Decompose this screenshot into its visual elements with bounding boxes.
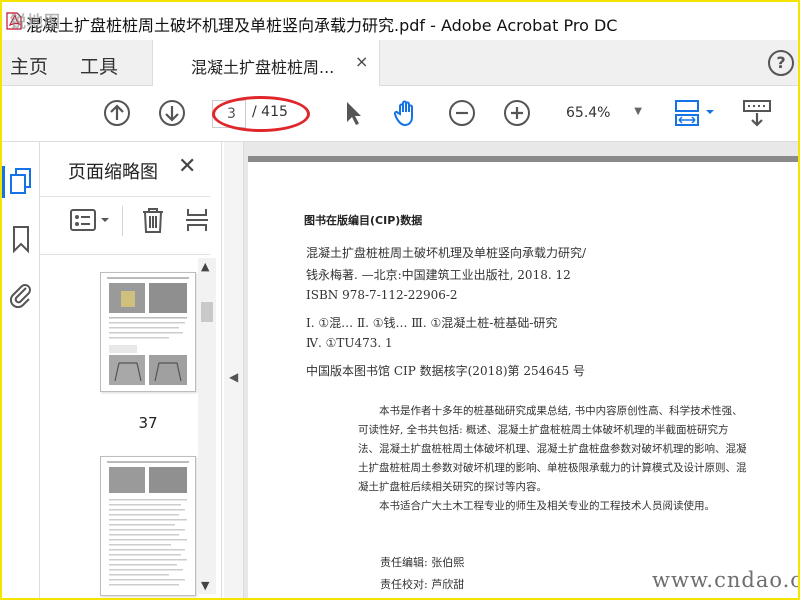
page-options-icon[interactable]	[184, 206, 210, 234]
previous-page-icon[interactable]	[102, 98, 132, 128]
tab-tools[interactable]: 工具	[80, 52, 118, 79]
panel-close-icon[interactable]: ✕	[178, 154, 196, 179]
zoom-in-icon[interactable]	[502, 98, 532, 128]
page-thumbnail[interactable]	[100, 456, 196, 596]
select-pointer-icon[interactable]	[338, 98, 368, 128]
page-thumbnails-icon[interactable]	[8, 166, 34, 196]
window-title: 混凝土扩盘桩桩周土破坏机理及单桩竖向承载力研究.pdf - Adobe Acro…	[26, 16, 618, 35]
page-thumbnail[interactable]	[100, 272, 196, 392]
panel-collapse-handle[interactable]: ◀	[224, 142, 244, 598]
divider	[122, 206, 123, 236]
tab-close-icon[interactable]: ×	[355, 52, 368, 71]
cip-line: Ⅳ. ①TU473. 1	[306, 336, 393, 350]
bookmarks-icon[interactable]	[8, 224, 34, 254]
corner-watermark: 锐地图	[10, 12, 62, 31]
rail-active-indicator	[2, 166, 5, 198]
app-window: 混凝土扩盘桩桩周土破坏机理及单桩竖向承载力研究.pdf - Adobe Acro…	[2, 2, 798, 598]
cip-line: Ⅰ. ①混… Ⅱ. ①钱… Ⅲ. ①混凝土桩-桩基础-研究	[306, 316, 558, 330]
navigation-rail	[2, 142, 40, 598]
thumbnail-page-number: 37	[138, 414, 158, 432]
book-summary: 本书是作者十多年的桩基础研究成果总结, 书中内容原创性高、科学技术性强、可读性好…	[358, 402, 748, 516]
title-bar: 混凝土扩盘桩桩周土破坏机理及单桩竖向承载力研究.pdf - Adobe Acro…	[2, 2, 798, 40]
chevron-left-icon: ◀	[229, 370, 239, 384]
cip-title: 图书在版编目(CIP)数据	[304, 214, 423, 227]
document-page: 图书在版编目(CIP)数据 混凝土扩盘桩桩周土破坏机理及单桩竖向承载力研究/ 钱…	[248, 156, 798, 598]
tab-document-label: 混凝土扩盘桩桩周...	[191, 58, 335, 77]
next-page-icon[interactable]	[157, 98, 187, 128]
scroll-down-icon[interactable]: ▼	[201, 579, 209, 592]
site-watermark: www.cndao.com	[652, 568, 798, 592]
zoom-select[interactable]: 65.4% ▼	[556, 100, 648, 128]
page-thumbnail-preview	[107, 461, 189, 586]
page-thumbnail-preview	[107, 277, 189, 385]
zoom-out-icon[interactable]	[447, 98, 477, 128]
trash-icon[interactable]	[140, 206, 166, 234]
cip-line: 混凝土扩盘桩桩周土破坏机理及单桩竖向承载力研究/	[306, 246, 587, 260]
attachments-icon[interactable]	[8, 280, 34, 310]
tab-document[interactable]: 混凝土扩盘桩桩周... ×	[152, 40, 380, 86]
panel-title: 页面缩略图	[68, 162, 158, 183]
cip-line: 钱永梅著. —北京:中国建筑工业出版社, 2018. 12	[306, 268, 571, 282]
scroll-up-icon[interactable]: ▲	[201, 260, 209, 273]
cip-line: 中国版本图书馆 CIP 数据核字(2018)第 254645 号	[306, 364, 585, 378]
tab-home[interactable]: 主页	[10, 52, 48, 79]
highlight-oval-annotation	[212, 96, 310, 132]
divider	[40, 254, 210, 255]
proofreader-credit: 责任校对: 芦欣甜	[380, 578, 465, 591]
divider	[40, 196, 210, 197]
help-icon[interactable]: ?	[768, 50, 794, 76]
tab-bar: 主页 工具 混凝土扩盘桩桩周... × ?	[2, 40, 798, 86]
options-menu-icon[interactable]	[70, 208, 112, 234]
summary-paragraph: 本书适合广大土木工程专业的师生及相关专业的工程技术人员阅读使用。	[379, 500, 715, 512]
editor-credit: 责任编辑: 张伯熙	[380, 556, 465, 569]
zoom-value: 65.4%	[566, 105, 611, 121]
toolbar: 3 / 415 65.4% ▼	[2, 86, 798, 142]
chevron-down-icon: ▼	[634, 106, 642, 117]
keyboard-tools-icon[interactable]	[742, 98, 772, 128]
thumbnail-scrollbar[interactable]: ▲ ▼	[198, 258, 216, 594]
cip-line: ISBN 978-7-112-22906-2	[306, 288, 458, 302]
panel-toolbar	[66, 202, 216, 242]
scrollbar-thumb[interactable]	[201, 302, 213, 322]
thumbnail-list: 37	[40, 256, 208, 598]
thumbnail-panel: 页面缩略图 ✕ 37 ▲ ▼	[40, 142, 222, 598]
fit-width-icon[interactable]	[672, 98, 718, 128]
summary-paragraph: 本书是作者十多年的桩基础研究成果总结, 书中内容原创性高、科学技术性强、可读性好…	[358, 405, 747, 493]
hand-tool-icon[interactable]	[392, 98, 422, 128]
document-view: 图书在版编目(CIP)数据 混凝土扩盘桩桩周土破坏机理及单桩竖向承载力研究/ 钱…	[244, 142, 798, 598]
